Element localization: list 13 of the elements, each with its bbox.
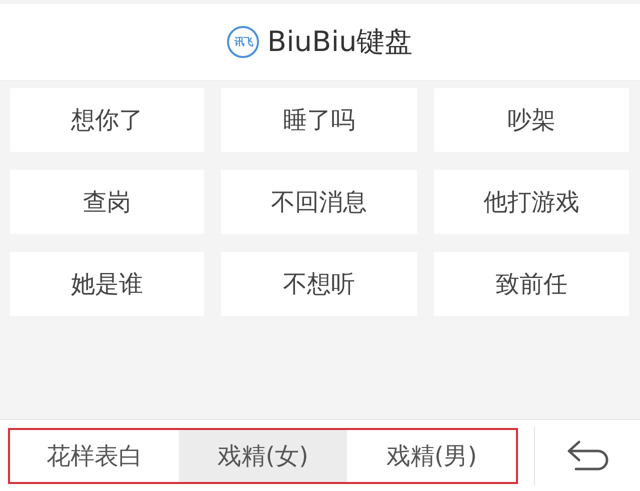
phrase-button[interactable]: 想你了	[10, 88, 204, 152]
category-tab[interactable]: 戏精(女)	[178, 430, 348, 482]
logo-icon: 讯飞	[227, 26, 260, 58]
phrase-button[interactable]: 她是谁	[10, 252, 204, 316]
phrase-button[interactable]: 睡了吗	[221, 88, 417, 152]
phrase-button[interactable]: 不回消息	[221, 170, 417, 234]
phrase-button[interactable]: 致前任	[434, 252, 629, 316]
phrase-button[interactable]: 他打游戏	[434, 170, 629, 234]
back-icon[interactable]	[566, 438, 610, 472]
phrase-button[interactable]: 不想听	[221, 252, 417, 316]
phrase-button[interactable]: 查岗	[10, 170, 204, 234]
phrase-button[interactable]: 吵架	[434, 88, 629, 152]
app-title: BiuBiu键盘	[267, 24, 413, 60]
